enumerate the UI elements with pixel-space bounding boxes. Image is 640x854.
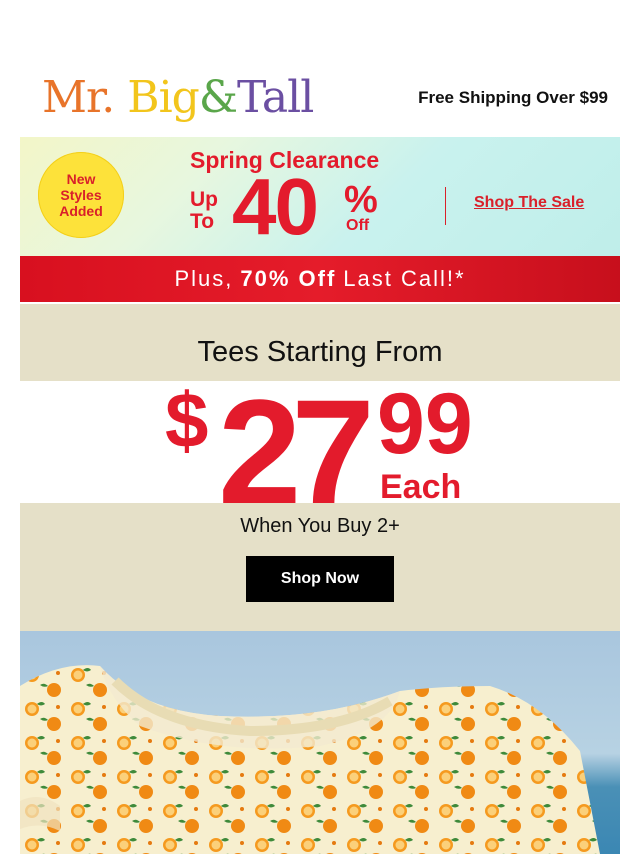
tees-heading-band: Tees Starting From (20, 304, 620, 381)
last-call-banner[interactable]: Plus, 70% Off Last Call!* (20, 256, 620, 302)
tee-price[interactable]: $ 27 99 Each (20, 381, 620, 503)
to-label: To (190, 210, 215, 233)
email-header: Mr. Big&Tall Free Shipping Over $99 (20, 60, 620, 136)
last-call-suffix: Last Call!* (343, 266, 466, 291)
tee-photo-illustration (20, 631, 620, 854)
badge-line-2: Styles (60, 187, 102, 203)
discount-amount: 40 (232, 162, 319, 251)
off-label: Off (346, 217, 370, 234)
logo-mr: Mr. (42, 72, 115, 123)
badge-line-3: Added (59, 203, 103, 219)
new-styles-badge: New Styles Added (38, 152, 124, 238)
spring-clearance-banner[interactable]: New Styles Added Spring Clearance Up To … (20, 137, 620, 256)
up-to-label: Up To (190, 189, 218, 233)
last-call-prefix: Plus, (174, 266, 234, 291)
price-whole: 27 (218, 381, 375, 503)
tees-title: Tees Starting From (197, 336, 443, 368)
logo-tall: Tall (237, 72, 314, 123)
shop-the-sale-link[interactable]: Shop The Sale (474, 194, 584, 212)
orange-print-tee-image[interactable] (20, 631, 620, 854)
price-dollar-sign: $ (165, 381, 209, 464)
price-cents: 99 (377, 381, 473, 472)
tees-offer-band: When You Buy 2+ Shop Now (20, 503, 620, 631)
brand-logo[interactable]: Mr. Big&Tall (20, 76, 314, 120)
last-call-highlight: 70% Off (240, 266, 337, 291)
free-shipping-text: Free Shipping Over $99 (418, 88, 608, 107)
shop-now-button[interactable]: Shop Now (246, 556, 394, 602)
promo-divider (445, 187, 446, 225)
up-label: Up (190, 188, 218, 211)
buy-two-condition: When You Buy 2+ (240, 515, 400, 537)
badge-line-1: New (66, 171, 96, 187)
percent-sign: % (344, 179, 378, 221)
logo-amp: & (198, 72, 238, 123)
logo-big: Big (127, 72, 200, 123)
price-each-label: Each (380, 468, 462, 503)
